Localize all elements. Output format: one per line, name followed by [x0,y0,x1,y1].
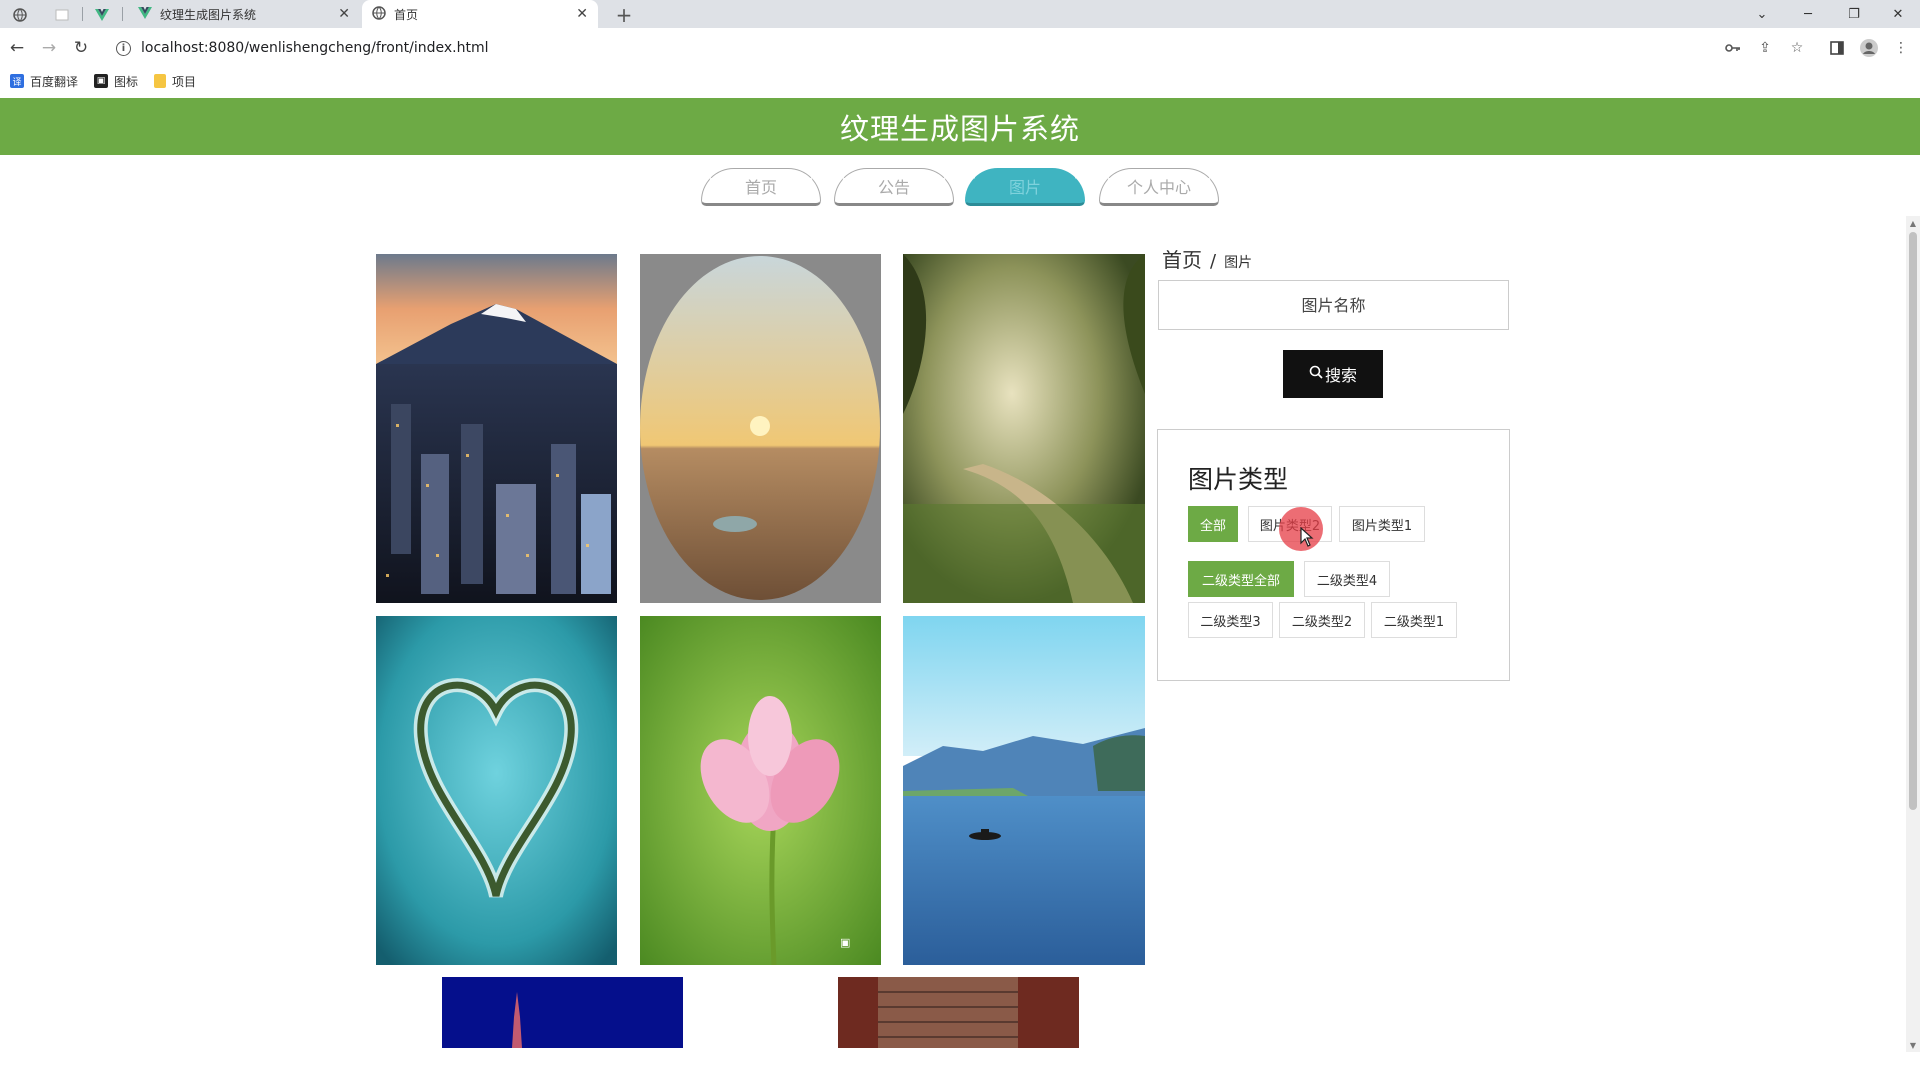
image-icon: ▣ [94,74,109,88]
search-button[interactable]: 搜索 [1283,350,1383,398]
scroll-up-icon[interactable]: ▲ [1906,216,1920,230]
info-icon[interactable]: i [116,40,131,56]
baidu-translate-icon: 译 [10,74,24,88]
nav-personal-center[interactable]: 个人中心 [1099,168,1219,206]
url-field[interactable]: i localhost:8080/wenlishengcheng/front/i… [104,32,1884,64]
star-icon[interactable]: ☆ [1786,38,1808,58]
subtype-chip-3[interactable]: 二级类型3 [1188,602,1273,638]
breadcrumb-separator: / [1210,251,1217,272]
close-icon[interactable]: ✕ [576,6,588,22]
site-title: 纹理生成图片系统 [839,111,1080,146]
gallery-image-forest-path[interactable] [903,254,1145,603]
menu-icon[interactable]: ⋮ [1890,38,1912,58]
vue-logo-icon[interactable] [86,4,118,26]
scroll-thumb[interactable] [1909,232,1917,810]
site-header: 纹理生成图片系统 [0,98,1920,155]
scroll-down-icon[interactable]: ▼ [1906,1038,1920,1052]
bookmarks-bar: 译 百度翻译 ▣ 图标 项目 [0,68,1920,94]
main-nav: 首页 公告 图片 个人中心 [0,168,1920,208]
blank-page-icon[interactable] [46,4,78,26]
tab-label: 首页 [394,7,419,22]
gallery-image-lake-boat[interactable] [903,616,1145,965]
browser-tab-bar: 纹理生成图片系统 ✕ 首页 ✕ + ⌄ ─ ❐ ✕ [0,0,1920,28]
gallery-image-red-architecture[interactable] [838,977,1079,1048]
restore-button[interactable]: ❐ [1832,0,1876,28]
key-icon[interactable] [1722,38,1744,58]
breadcrumb-current: 图片 [1224,255,1253,271]
tab-label: 纹理生成图片系统 [160,7,257,22]
address-bar: ← → ↻ i localhost:8080/wenlishengcheng/f… [0,28,1920,68]
image-type-title: 图片类型 [1188,465,1289,494]
vue-logo-icon [138,6,152,22]
reload-icon[interactable]: ↻ [68,36,94,60]
gallery-image-heart-island[interactable] [376,616,617,965]
nav-announcements[interactable]: 公告 [834,168,954,206]
bookmark-label: 图标 [114,74,139,89]
bookmark-baidu-translate[interactable]: 译 百度翻译 [10,73,78,90]
type-chip-all[interactable]: 全部 [1188,506,1238,542]
page-scrollbar[interactable]: ▲ ▼ [1906,216,1920,1052]
search-button-label: 搜索 [1324,368,1357,385]
side-panel-icon[interactable] [1826,38,1848,58]
tab-home[interactable]: 首页 ✕ [362,0,598,28]
mouse-pointer-icon [1300,526,1314,551]
subtype-chip-4[interactable]: 二级类型4 [1304,561,1390,597]
close-window-button[interactable]: ✕ [1876,0,1920,28]
gallery-image-night-tower[interactable] [442,977,683,1048]
breadcrumb-home[interactable]: 首页 [1162,244,1202,273]
globe-icon[interactable] [4,4,36,26]
bookmark-label: 百度翻译 [30,74,79,89]
bookmark-icons[interactable]: ▣ 图标 [94,73,138,90]
minimize-button[interactable]: ─ [1786,0,1830,28]
breadcrumb: 首页 / 图片 [1162,244,1252,273]
back-icon[interactable]: ← [4,36,30,60]
subtype-chip-all[interactable]: 二级类型全部 [1188,561,1294,597]
tab-search-icon[interactable]: ⌄ [1740,0,1784,28]
profile-icon[interactable] [1858,38,1880,58]
nav-images[interactable]: 图片 [965,168,1085,206]
share-icon[interactable]: ⇪ [1754,38,1776,58]
subtype-chip-2[interactable]: 二级类型2 [1279,602,1365,638]
bookmark-label: 项目 [172,74,197,89]
svg-text:▣: ▣ [840,936,850,949]
search-icon [1309,365,1325,384]
type-chip-1[interactable]: 图片类型1 [1339,506,1425,542]
nav-home[interactable]: 首页 [701,168,821,206]
globe-icon [372,5,386,23]
gallery-image-desert-sunset[interactable] [640,254,881,603]
folder-icon [154,74,167,88]
tab-app[interactable]: 纹理生成图片系统 ✕ [128,0,360,28]
subtype-chip-1[interactable]: 二级类型1 [1371,602,1457,638]
forward-icon[interactable]: → [36,36,62,60]
search-input[interactable] [1158,280,1509,330]
close-icon[interactable]: ✕ [338,6,350,22]
url-text: localhost:8080/wenlishengcheng/front/ind… [141,40,489,56]
gallery-image-mountain-city[interactable] [376,254,617,603]
new-tab-button[interactable]: + [608,3,640,27]
bookmark-project[interactable]: 项目 [154,73,196,90]
image-type-panel: 图片类型 全部 图片类型2 图片类型1 二级类型全部 二级类型4 二级类型3 二… [1157,429,1510,681]
gallery-image-lotus-flower[interactable]: ▣ [640,616,881,965]
